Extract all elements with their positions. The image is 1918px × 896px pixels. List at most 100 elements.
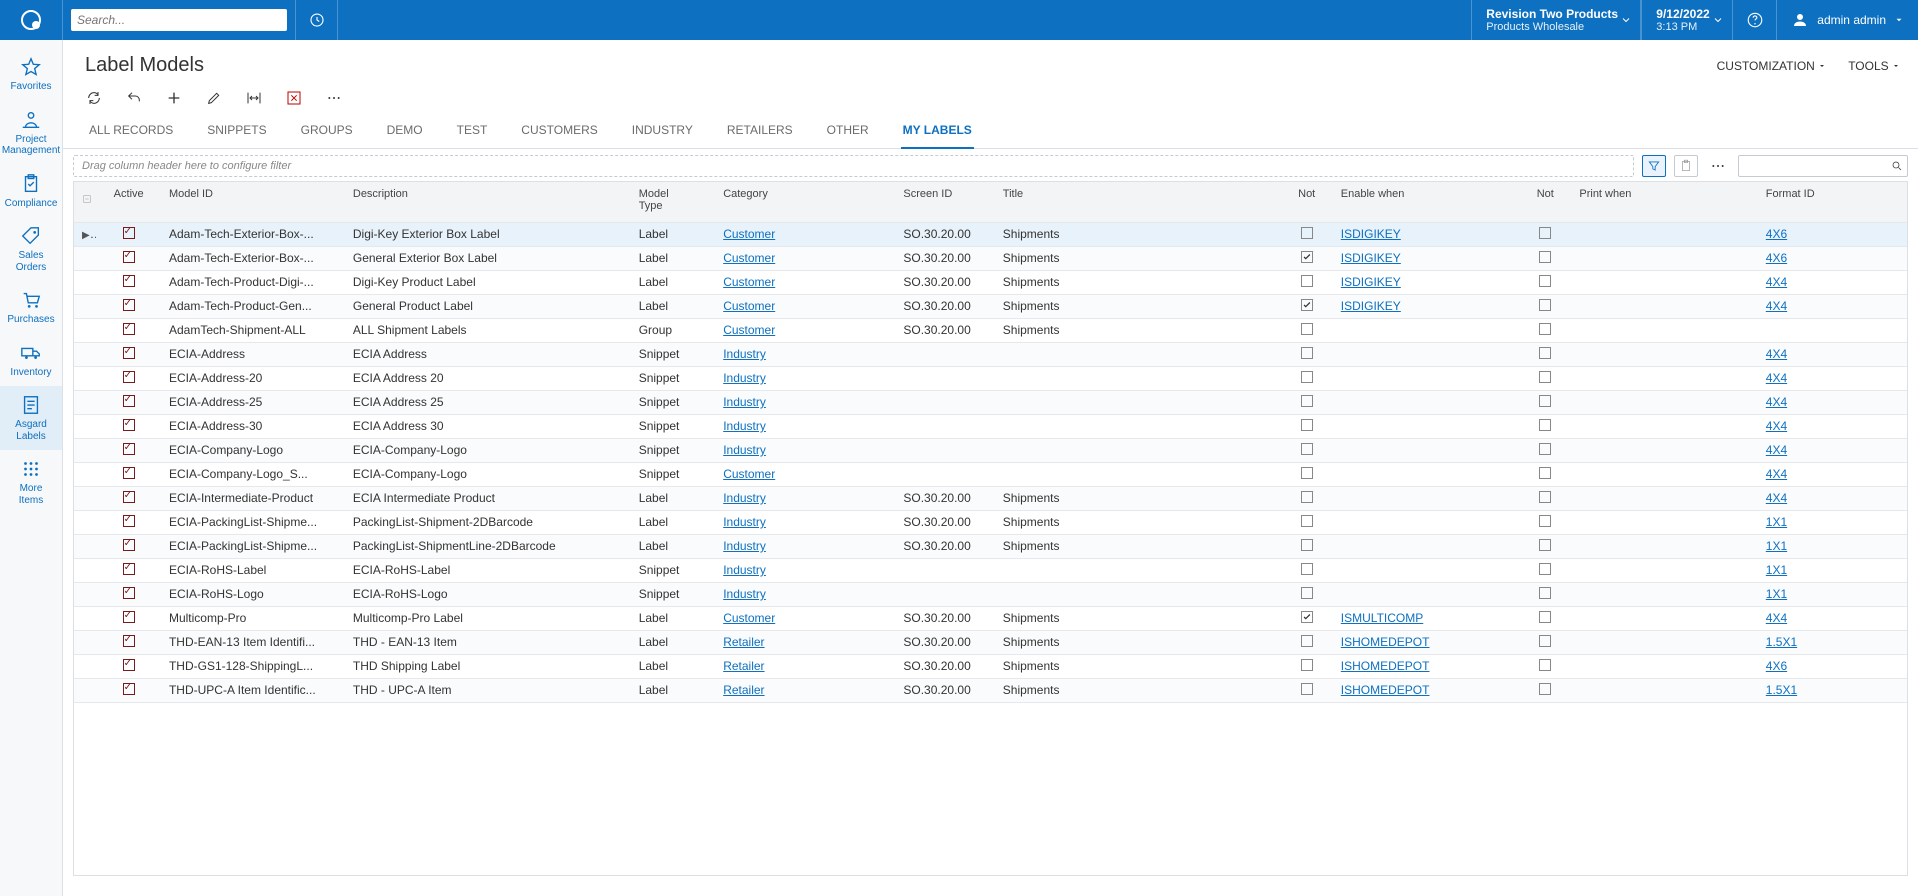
cell-link[interactable]: 1.5X1: [1766, 683, 1797, 697]
cell-link[interactable]: ISHOMEDEPOT: [1341, 659, 1430, 673]
cell-link[interactable]: Industry: [723, 347, 766, 361]
clipboard-button[interactable]: [1674, 155, 1698, 177]
cell-link[interactable]: ISDIGIKEY: [1341, 227, 1401, 241]
not-checkbox[interactable]: [1539, 635, 1551, 647]
cell-link[interactable]: 1X1: [1766, 515, 1787, 529]
table-row[interactable]: AdamTech-Shipment-ALLALL Shipment Labels…: [74, 318, 1907, 342]
not-checkbox[interactable]: [1301, 323, 1313, 335]
tab-other[interactable]: OTHER: [825, 113, 871, 148]
cell-link[interactable]: Industry: [723, 395, 766, 409]
column-header[interactable]: Model ID: [161, 182, 345, 222]
not-checkbox[interactable]: [1301, 515, 1313, 527]
cell-link[interactable]: 4X4: [1766, 611, 1787, 625]
active-checkbox[interactable]: [123, 515, 135, 527]
filter-toggle-button[interactable]: [1642, 155, 1666, 177]
sidebar-item-compliance[interactable]: Compliance: [0, 165, 62, 218]
active-checkbox[interactable]: [123, 563, 135, 575]
table-row[interactable]: ECIA-RoHS-LogoECIA-RoHS-LogoSnippetIndus…: [74, 582, 1907, 606]
cell-link[interactable]: Industry: [723, 539, 766, 553]
column-filter-drop-zone[interactable]: Drag column header here to configure fil…: [73, 155, 1634, 177]
recent-button[interactable]: [296, 0, 338, 40]
cell-link[interactable]: ISMULTICOMP: [1341, 611, 1423, 625]
table-row[interactable]: Adam-Tech-Product-Gen...General Product …: [74, 294, 1907, 318]
not-checkbox[interactable]: [1539, 539, 1551, 551]
not-checkbox[interactable]: [1301, 227, 1313, 239]
fit-columns-button[interactable]: [245, 89, 263, 107]
active-checkbox[interactable]: [123, 467, 135, 479]
column-header[interactable]: Not: [1281, 182, 1333, 222]
cell-link[interactable]: Retailer: [723, 683, 764, 697]
cell-link[interactable]: 4X6: [1766, 251, 1787, 265]
not-checkbox[interactable]: [1301, 587, 1313, 599]
not-checkbox[interactable]: [1539, 659, 1551, 671]
not-checkbox[interactable]: [1539, 587, 1551, 599]
cell-link[interactable]: Industry: [723, 563, 766, 577]
cell-link[interactable]: ISDIGIKEY: [1341, 299, 1401, 313]
cell-link[interactable]: Customer: [723, 323, 775, 337]
cell-link[interactable]: Industry: [723, 515, 766, 529]
global-search-input[interactable]: [77, 13, 267, 27]
cell-link[interactable]: 4X4: [1766, 275, 1787, 289]
not-checkbox[interactable]: [1539, 251, 1551, 263]
cell-link[interactable]: 1.5X1: [1766, 635, 1797, 649]
not-checkbox[interactable]: [1301, 371, 1313, 383]
tab-groups[interactable]: GROUPS: [299, 113, 355, 148]
column-header[interactable]: Not: [1519, 182, 1571, 222]
column-header[interactable]: Title: [995, 182, 1281, 222]
active-checkbox[interactable]: [123, 443, 135, 455]
tab-all-records[interactable]: ALL RECORDS: [87, 113, 175, 148]
cell-link[interactable]: Industry: [723, 371, 766, 385]
active-checkbox[interactable]: [123, 539, 135, 551]
not-checkbox[interactable]: [1301, 467, 1313, 479]
table-row[interactable]: ECIA-Intermediate-ProductECIA Intermedia…: [74, 486, 1907, 510]
active-checkbox[interactable]: [123, 659, 135, 671]
cell-link[interactable]: ISDIGIKEY: [1341, 251, 1401, 265]
active-checkbox[interactable]: [123, 395, 135, 407]
not-checkbox[interactable]: [1539, 347, 1551, 359]
table-row[interactable]: ECIA-Address-25ECIA Address 25SnippetInd…: [74, 390, 1907, 414]
not-checkbox[interactable]: [1301, 635, 1313, 647]
refresh-button[interactable]: [85, 89, 103, 107]
column-header[interactable]: Active: [96, 182, 161, 222]
table-row[interactable]: ECIA-PackingList-Shipme...PackingList-Sh…: [74, 510, 1907, 534]
table-row[interactable]: ECIA-RoHS-LabelECIA-RoHS-LabelSnippetInd…: [74, 558, 1907, 582]
sidebar-item-asgard-labels[interactable]: AsgardLabels: [0, 386, 62, 450]
column-header[interactable]: Description: [345, 182, 631, 222]
edit-button[interactable]: [205, 89, 223, 107]
sidebar-item-favorites[interactable]: Favorites: [0, 48, 62, 101]
not-checkbox[interactable]: [1301, 539, 1313, 551]
not-checkbox[interactable]: [1539, 491, 1551, 503]
horizontal-scrollbar[interactable]: [73, 876, 1908, 892]
not-checkbox[interactable]: [1539, 683, 1551, 695]
cell-link[interactable]: 4X4: [1766, 371, 1787, 385]
column-header[interactable]: Screen ID: [895, 182, 994, 222]
not-checkbox[interactable]: [1301, 683, 1313, 695]
cell-link[interactable]: Retailer: [723, 659, 764, 673]
cell-link[interactable]: Industry: [723, 491, 766, 505]
not-checkbox[interactable]: [1539, 443, 1551, 455]
table-row[interactable]: ECIA-Address-20ECIA Address 20SnippetInd…: [74, 366, 1907, 390]
active-checkbox[interactable]: [123, 227, 135, 239]
not-checkbox[interactable]: [1301, 299, 1313, 311]
cell-link[interactable]: Customer: [723, 251, 775, 265]
not-checkbox[interactable]: [1301, 275, 1313, 287]
not-checkbox[interactable]: [1301, 251, 1313, 263]
not-checkbox[interactable]: [1301, 443, 1313, 455]
active-checkbox[interactable]: [123, 587, 135, 599]
active-checkbox[interactable]: [123, 635, 135, 647]
cell-link[interactable]: Customer: [723, 299, 775, 313]
active-checkbox[interactable]: [123, 299, 135, 311]
sidebar-item-more-items[interactable]: MoreItems: [0, 450, 62, 514]
cell-link[interactable]: Industry: [723, 587, 766, 601]
not-checkbox[interactable]: [1539, 275, 1551, 287]
cell-link[interactable]: Industry: [723, 419, 766, 433]
table-row[interactable]: THD-EAN-13 Item Identifi...THD - EAN-13 …: [74, 630, 1907, 654]
cell-link[interactable]: Customer: [723, 227, 775, 241]
more-actions-button[interactable]: [325, 89, 343, 107]
cell-link[interactable]: 1X1: [1766, 563, 1787, 577]
cell-link[interactable]: Customer: [723, 467, 775, 481]
not-checkbox[interactable]: [1539, 563, 1551, 575]
not-checkbox[interactable]: [1539, 371, 1551, 383]
cell-link[interactable]: ISHOMEDEPOT: [1341, 635, 1430, 649]
cell-link[interactable]: Customer: [723, 611, 775, 625]
